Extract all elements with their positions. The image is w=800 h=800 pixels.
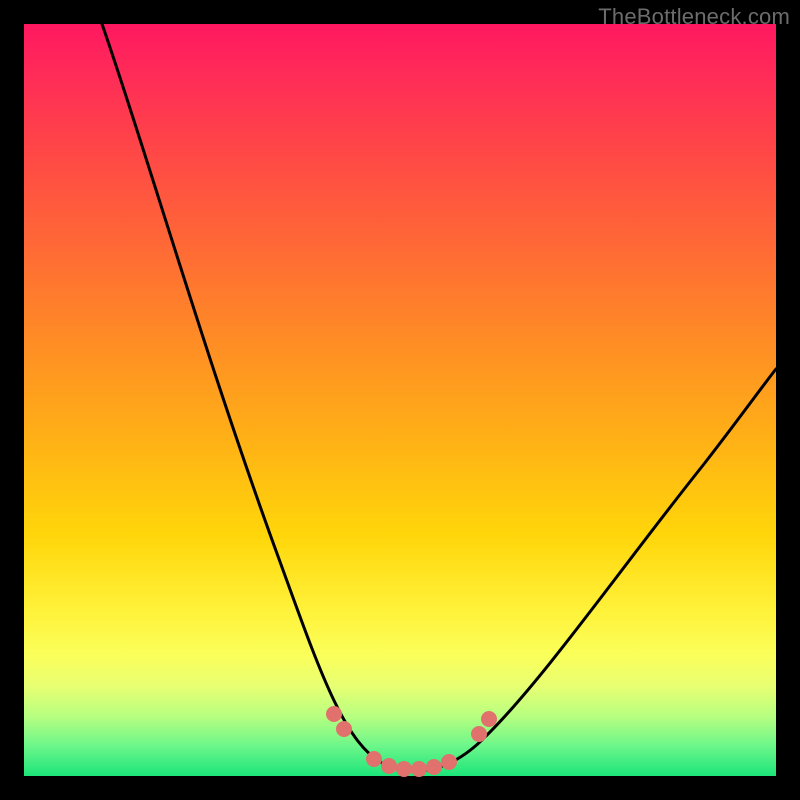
curve-svg <box>24 24 776 776</box>
bottom-dots <box>326 706 497 777</box>
bottleneck-curve <box>102 24 776 771</box>
chart-frame: TheBottleneck.com <box>0 0 800 800</box>
watermark-text: TheBottleneck.com <box>598 4 790 30</box>
plot-area <box>24 24 776 776</box>
